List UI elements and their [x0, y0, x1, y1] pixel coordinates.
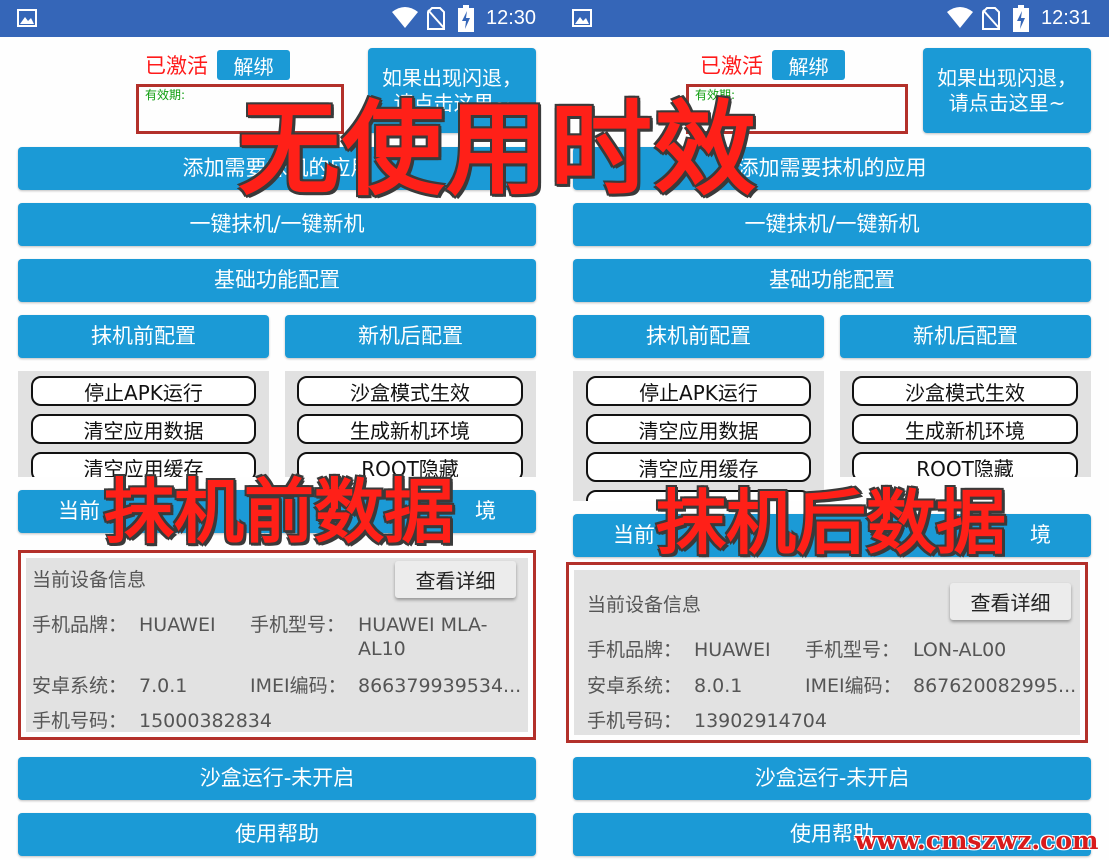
- gallery-notification-icon: [17, 9, 37, 27]
- model-value-line1: HUAWEI MLA-: [358, 614, 488, 636]
- imei-value: 867620082995...: [913, 675, 1077, 697]
- wifi-icon: [392, 7, 418, 28]
- gallery-notification-icon: [572, 9, 592, 27]
- model-value: LON-AL00: [913, 639, 1007, 661]
- device-info-highlight-box: 当前设备信息 查看详细 手机品牌： HUAWEI 手机型号： HUAWEI ML…: [18, 550, 536, 740]
- clear-data-option[interactable]: 清空应用数据: [586, 414, 811, 444]
- sandbox-mode-option[interactable]: 沙盒模式生效: [852, 376, 1078, 406]
- overlay-before-wipe-data: 抹机前数据: [104, 471, 454, 553]
- imei-label: IMEI编码：: [805, 675, 902, 697]
- pre-wipe-config-button[interactable]: 抹机前配置: [573, 315, 824, 358]
- overlay-no-time-limit: 无使用时效: [238, 91, 758, 210]
- unbind-button[interactable]: 解绑: [772, 50, 845, 80]
- post-options-panel: 沙盒模式生效 生成新机环境 ROOT隐藏: [285, 371, 536, 477]
- new-env-option[interactable]: 生成新机环境: [297, 414, 523, 444]
- phone-number-value: 13902914704: [694, 710, 827, 732]
- crash-help-button[interactable]: 如果出现闪退，请点击这里~: [923, 48, 1091, 133]
- model-value-line2: AL10: [358, 638, 406, 660]
- android-value: 7.0.1: [139, 675, 188, 697]
- status-time: 12:31: [1041, 7, 1092, 29]
- phone-number-label: 手机号码：: [32, 710, 128, 732]
- pre-wipe-config-button[interactable]: 抹机前配置: [18, 315, 269, 358]
- device-info-title: 当前设备信息: [32, 569, 147, 591]
- view-details-button[interactable]: 查看详细: [950, 583, 1071, 620]
- status-bar: 12:31: [555, 0, 1109, 37]
- post-new-config-button[interactable]: 新机后配置: [840, 315, 1091, 358]
- phone-number-label: 手机号码：: [587, 710, 683, 732]
- battery-charging-icon: [1013, 5, 1029, 32]
- device-info-title: 当前设备信息: [587, 594, 702, 616]
- current-data-label: 当前: [58, 499, 100, 523]
- basic-config-button[interactable]: 基础功能配置: [573, 259, 1091, 302]
- brand-value: HUAWEI: [139, 614, 216, 636]
- validity-label: 有效期:: [145, 88, 186, 102]
- phone-number-value: 15000382834: [139, 710, 272, 732]
- activated-status: 已激活: [700, 54, 763, 78]
- stop-apk-option[interactable]: 停止APK运行: [31, 376, 256, 406]
- model-label: 手机型号：: [805, 639, 901, 661]
- imei-value: 866379939534...: [358, 675, 522, 697]
- device-info-highlight-box: 当前设备信息 查看详细 手机品牌： HUAWEI 手机型号： LON-AL00 …: [566, 562, 1088, 743]
- sandbox-run-button[interactable]: 沙盒运行-未开启: [573, 757, 1091, 800]
- current-data-label: 当前: [613, 523, 655, 547]
- wifi-icon: [947, 7, 973, 28]
- clear-data-option[interactable]: 清空应用数据: [31, 414, 256, 444]
- brand-label: 手机品牌：: [32, 614, 128, 636]
- android-label: 安卓系统：: [32, 675, 128, 697]
- pre-options-panel: 停止APK运行 清空应用数据 清空应用缓存: [18, 371, 269, 477]
- android-label: 安卓系统：: [587, 675, 683, 697]
- no-sim-icon: [427, 7, 445, 30]
- current-data-tail: 境: [1030, 523, 1051, 547]
- post-new-config-button[interactable]: 新机后配置: [285, 315, 536, 358]
- site-watermark: www.cmszwz.com: [855, 826, 1099, 855]
- sandbox-run-button[interactable]: 沙盒运行-未开启: [18, 757, 536, 800]
- status-bar: 12:30: [0, 0, 555, 37]
- battery-charging-icon: [458, 5, 474, 32]
- status-time: 12:30: [486, 7, 537, 29]
- no-sim-icon: [982, 7, 1000, 30]
- root-hide-option[interactable]: ROOT隐藏: [852, 452, 1078, 477]
- view-details-button[interactable]: 查看详细: [395, 561, 516, 598]
- brand-value: HUAWEI: [694, 639, 771, 661]
- imei-label: IMEI编码：: [250, 675, 347, 697]
- new-env-option[interactable]: 生成新机环境: [852, 414, 1078, 444]
- post-options-panel: 沙盒模式生效 生成新机环境 ROOT隐藏: [840, 371, 1091, 477]
- clear-cache-option[interactable]: 清空应用缓存: [586, 452, 811, 482]
- android-value: 8.0.1: [694, 675, 743, 697]
- sandbox-mode-option[interactable]: 沙盒模式生效: [297, 376, 523, 406]
- brand-label: 手机品牌：: [587, 639, 683, 661]
- overlay-after-wipe-data: 抹机后数据: [656, 482, 1006, 564]
- device-info-card: 当前设备信息 查看详细 手机品牌： HUAWEI 手机型号： HUAWEI ML…: [26, 558, 528, 732]
- stop-apk-option[interactable]: 停止APK运行: [586, 376, 811, 406]
- help-button[interactable]: 使用帮助: [18, 813, 536, 856]
- device-info-card: 当前设备信息 查看详细 手机品牌： HUAWEI 手机型号： LON-AL00 …: [574, 570, 1080, 735]
- activated-status: 已激活: [145, 54, 208, 78]
- model-label: 手机型号：: [250, 614, 346, 636]
- current-data-tail: 境: [475, 499, 496, 523]
- basic-config-button[interactable]: 基础功能配置: [18, 259, 536, 302]
- unbind-button[interactable]: 解绑: [217, 50, 290, 80]
